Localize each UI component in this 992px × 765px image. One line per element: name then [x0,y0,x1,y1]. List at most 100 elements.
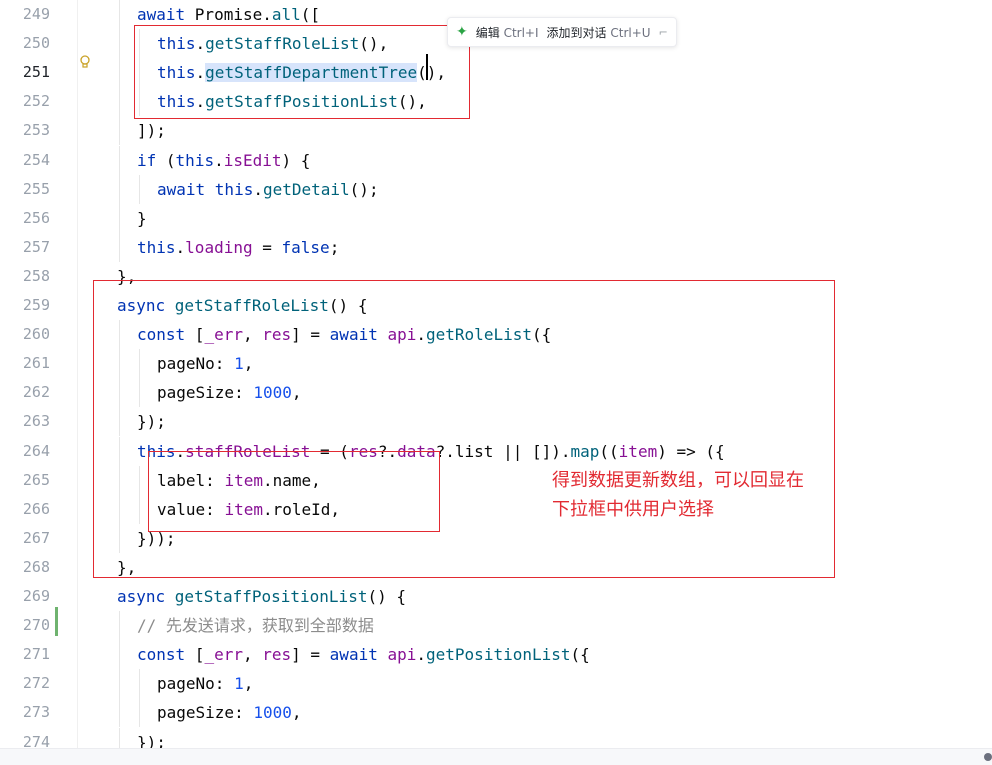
indent-guide [119,640,120,670]
code-token: (); [349,179,379,199]
code-token: all [271,5,301,24]
code-line[interactable]: 257 this.loading = false; [0,232,992,262]
code-token: [ [194,645,205,665]
code-line[interactable]: 273 pageSize: 1000, [0,698,992,728]
line-number[interactable]: 254 [0,146,50,175]
line-number[interactable]: 256 [0,204,50,233]
code-token: . [253,179,263,199]
code-editor[interactable]: 249 await Promise.all([250 this.getStaffRo… [0,0,992,765]
edit-shortcut: Ctrl+I [503,25,539,40]
code-line[interactable]: 256} [0,203,992,233]
code-token: 1000 [253,703,292,723]
code-line[interactable]: 270 // 先发送请求，获取到全部数据 [0,611,992,641]
code-text[interactable]: pageSize: 1000, [157,698,302,727]
indent-guide [119,58,120,88]
highlight-box-role-list-method [93,280,835,578]
line-number[interactable]: 249 [0,0,50,29]
code-token: this [175,150,215,170]
indent-guide [119,116,120,146]
indent-guide [139,669,140,699]
code-text[interactable]: await this.getDetail(); [157,175,379,204]
scrollbar-thumb[interactable] [984,753,992,761]
line-number[interactable]: 270 [0,611,50,640]
edit-action[interactable]: 编辑 Ctrl+I [476,24,539,41]
pin-icon[interactable]: ⌐ [659,26,668,39]
code-token: // 先发送请求，获取到全部数据 [137,616,374,636]
indent-guide [119,611,120,641]
code-token: await [137,5,195,24]
indent-guide [119,203,120,233]
annotation-line-2: 下拉框中供用户选择 [552,499,714,520]
indent-guide [119,698,120,728]
code-token: () { [367,587,406,606]
line-number[interactable]: 251 [0,58,50,87]
add-to-chat-action[interactable]: 添加到对话 Ctrl+U [547,24,651,41]
code-token: . [262,5,272,24]
code-token: ({ [570,645,590,665]
code-token: , [242,645,263,665]
code-text[interactable]: this.loading = false; [137,233,339,262]
line-number[interactable]: 252 [0,87,50,116]
line-number[interactable]: 258 [0,262,50,291]
line-number[interactable]: 253 [0,116,50,145]
code-text[interactable]: } [137,204,147,233]
indent-guide [119,232,120,262]
highlight-box-promise-calls [134,25,470,119]
code-text[interactable]: ]); [137,116,166,145]
line-number[interactable]: 257 [0,233,50,262]
code-token: ]); [137,121,166,141]
line-number[interactable]: 255 [0,175,50,204]
code-line[interactable]: 253]); [0,116,992,146]
code-token: : [214,674,235,694]
code-text[interactable]: if (this.isEdit) { [137,146,310,175]
code-line[interactable]: 272 pageNo: 1, [0,669,992,699]
horizontal-scrollbar[interactable] [0,748,992,765]
line-number[interactable]: 260 [0,320,50,349]
code-token: this [214,179,254,199]
code-line[interactable]: 255 await this.getDetail(); [0,174,992,204]
indent-guide [139,698,140,728]
code-token: getPositionList [426,645,571,665]
code-token: 1 [234,674,244,694]
line-number[interactable]: 264 [0,437,50,466]
code-token: res [262,645,292,665]
code-line[interactable]: 269 async getStaffPositionList() { [0,582,992,611]
code-text[interactable]: const [_err, res] = await api.getPositio… [137,640,590,669]
code-token: ([ [300,5,321,24]
line-number[interactable]: 271 [0,640,50,669]
indent-guide [119,145,120,175]
code-text[interactable]: pageNo: 1, [157,669,253,698]
code-token: = [252,237,282,257]
line-number[interactable]: 262 [0,378,50,407]
line-number[interactable]: 266 [0,495,50,524]
code-token: getDetail [262,179,350,199]
code-line[interactable]: 254 if (this.isEdit) { [0,145,992,175]
code-token: ) { [281,150,311,170]
indent-guide [119,87,120,117]
line-number[interactable]: 250 [0,29,50,58]
line-number[interactable]: 268 [0,553,50,582]
code-token: async [117,587,175,606]
line-number[interactable]: 265 [0,466,50,495]
ai-inline-toolbar: ✦ 编辑 Ctrl+I 添加到对话 Ctrl+U ⌐ [447,17,677,47]
line-number[interactable]: 269 [0,582,50,611]
line-number[interactable]: 259 [0,291,50,320]
line-number[interactable]: 272 [0,669,50,698]
line-number[interactable]: 263 [0,407,50,436]
code-token: } [137,208,147,228]
code-token: . [175,237,186,257]
line-number[interactable]: 273 [0,698,50,727]
code-token: loading [185,237,253,257]
line-number[interactable]: 261 [0,349,50,378]
line-number[interactable]: 267 [0,524,50,553]
code-token: if [137,150,166,170]
add-to-chat-label: 添加到对话 [546,25,607,40]
highlight-box-map-fields [148,451,440,532]
code-token: await [329,645,388,665]
code-token: _err [204,645,243,665]
code-line[interactable]: 271 const [_err, res] = await api.getPosi… [0,640,992,670]
code-text[interactable]: async getStaffPositionList() { [117,582,406,611]
code-text[interactable]: // 先发送请求，获取到全部数据 [137,611,374,640]
code-token: : [234,703,254,723]
code-token: . [214,150,224,170]
